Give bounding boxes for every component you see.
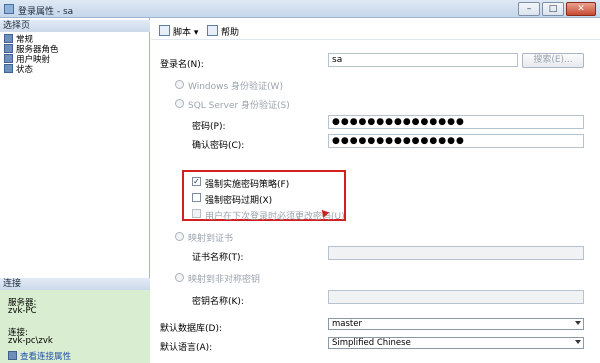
help-icon bbox=[207, 25, 218, 36]
nav-item-server-roles[interactable]: 服务器角色 bbox=[4, 44, 59, 55]
page-icon bbox=[4, 44, 13, 53]
nav-item-user-mapping[interactable]: 用户映射 bbox=[4, 54, 50, 65]
script-button[interactable]: 脚本 ▾ bbox=[159, 25, 198, 38]
minimize-button[interactable]: – bbox=[518, 2, 540, 16]
enforce-policy-label: 强制实施密码策略(F) bbox=[205, 180, 290, 190]
nav-item-status[interactable]: 状态 bbox=[4, 64, 33, 75]
close-button[interactable]: ✕ bbox=[566, 2, 596, 16]
default-language-select[interactable]: Simplified Chinese bbox=[328, 337, 584, 349]
chevron-down-icon bbox=[575, 321, 581, 325]
connection-panel: 服务器: zvk-PC 连接: zvk-pc\zvk 查看连接属性 bbox=[0, 290, 150, 363]
connection-header: 连接 bbox=[0, 278, 150, 290]
select-page-header: 选择页 bbox=[0, 20, 150, 32]
map-key-radio[interactable] bbox=[175, 273, 184, 282]
default-db-label: 默认数据库(D): bbox=[160, 324, 222, 334]
key-name-label: 密钥名称(K): bbox=[192, 297, 244, 307]
nav-item-general[interactable]: 常规 bbox=[4, 34, 33, 45]
help-button[interactable]: 帮助 bbox=[207, 25, 239, 38]
search-button[interactable]: 搜索(E)... bbox=[522, 53, 584, 68]
login-name-label: 登录名(N): bbox=[160, 60, 204, 70]
default-language-label: 默认语言(A): bbox=[160, 343, 213, 353]
sql-auth-label: SQL Server 身份验证(S) bbox=[188, 101, 290, 111]
enforce-expiration-checkbox[interactable] bbox=[192, 193, 201, 202]
left-pane: 选择页 常规 服务器角色 用户映射 状态 连接 服务器: zvk-PC 连接: … bbox=[0, 18, 150, 363]
toolbar: 脚本 ▾ 帮助 bbox=[151, 18, 600, 40]
map-cert-radio[interactable] bbox=[175, 232, 184, 241]
cert-name-input[interactable] bbox=[328, 246, 584, 260]
properties-icon bbox=[8, 351, 17, 360]
enforce-expiration-label: 强制密码过期(X) bbox=[205, 196, 273, 206]
connection-value: zvk-pc\zvk bbox=[8, 336, 53, 346]
page-icon bbox=[4, 64, 13, 73]
windows-auth-radio[interactable] bbox=[175, 80, 184, 89]
must-change-checkbox[interactable] bbox=[192, 209, 201, 218]
password-input[interactable]: ●●●●●●●●●●●●●●● bbox=[328, 115, 584, 129]
default-db-select[interactable]: master bbox=[328, 318, 584, 330]
server-value: zvk-PC bbox=[8, 306, 37, 316]
sql-auth-radio[interactable] bbox=[175, 99, 184, 108]
password-label: 密码(P): bbox=[192, 122, 226, 132]
cert-name-label: 证书名称(T): bbox=[192, 253, 244, 263]
maximize-button[interactable]: □ bbox=[542, 2, 564, 16]
map-key-label: 映射到非对称密钥 bbox=[188, 275, 261, 285]
script-icon bbox=[159, 25, 170, 36]
window-icon bbox=[4, 4, 14, 14]
enforce-policy-checkbox[interactable]: ✓ bbox=[192, 177, 201, 186]
window-title: 登录属性 - sa bbox=[18, 7, 74, 17]
page-icon bbox=[4, 54, 13, 63]
windows-auth-label: Windows 身份验证(W) bbox=[188, 82, 283, 92]
confirm-password-label: 确认密码(C): bbox=[192, 141, 245, 151]
view-connection-properties-link[interactable]: 查看连接属性 bbox=[8, 350, 71, 362]
chevron-down-icon bbox=[575, 340, 581, 344]
login-name-input[interactable]: sa bbox=[328, 53, 518, 67]
title-bar: 登录属性 - sa – □ ✕ bbox=[0, 0, 600, 18]
key-name-input[interactable] bbox=[328, 290, 584, 304]
confirm-password-input[interactable]: ●●●●●●●●●●●●●●● bbox=[328, 134, 584, 148]
map-cert-label: 映射到证书 bbox=[188, 234, 234, 244]
page-icon bbox=[4, 34, 13, 43]
